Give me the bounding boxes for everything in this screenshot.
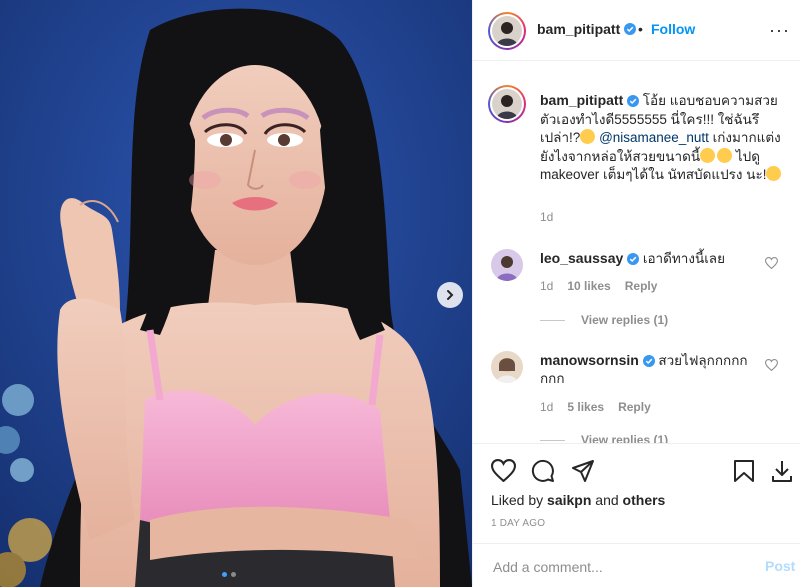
header-username[interactable]: bam_pitipatt [537,21,620,37]
avatar-image [496,256,518,281]
liked-by-prefix: Liked by [491,492,544,508]
comment-username[interactable]: leo_saussay [540,250,623,266]
comment-likes[interactable]: 10 likes [567,279,610,293]
comment-2: manowsornsin สวยไฟลุกกกกกกกก [540,351,765,388]
post-timestamp: 1 DAY AGO [491,518,546,529]
comments-list[interactable]: bam_pitipatt โอ้ย แอบชอบความสวยตัวเองทำไ… [473,61,800,443]
comment-age: 1d [540,279,554,293]
like-comment-heart-icon[interactable] [765,257,778,269]
comment-likes[interactable]: 5 likes [567,400,604,414]
view-replies-button[interactable]: View replies (1) [540,433,668,443]
liked-by-others[interactable]: others [623,492,666,508]
add-comment-bar: Post [473,543,800,587]
heart-eyes-emoji-icon [717,147,733,163]
avatar[interactable] [492,16,522,46]
laughing-emoji-icon [580,129,596,144]
comment-username[interactable]: manowsornsin [540,352,639,368]
comment-text: เอาดีทางนี้เลย [642,251,725,266]
caption: bam_pitipatt โอ้ย แอบชอบความสวยตัวเองทำไ… [540,91,785,185]
save-bookmark-icon[interactable] [733,459,755,483]
commenter-avatar[interactable] [491,351,523,383]
commenter-avatar[interactable] [491,249,523,281]
view-replies-label: View replies (1) [581,433,669,443]
caption-age: 1d [540,210,554,224]
reply-button[interactable]: Reply [625,279,658,293]
more-options-button[interactable]: ··· [769,20,790,41]
view-replies-button[interactable]: View replies (1) [540,313,668,327]
post-comment-button[interactable]: Post [765,558,795,574]
comment-1-meta: 1d 10 likes Reply [540,279,657,293]
rofl-emoji-icon [766,166,782,181]
add-comment-input[interactable] [491,556,735,578]
header-separator: • [638,21,643,37]
comment-age: 1d [540,400,554,414]
comment-1: leo_saussay เอาดีทางนี้เลย [540,249,765,268]
verified-badge-icon [627,253,640,266]
post-details-panel: bam_pitipatt • Follow ··· bam_pitipatt โ… [472,0,800,587]
avatar-image [496,95,518,119]
carousel-dot [231,572,236,577]
caption-username[interactable]: bam_pitipatt [540,92,623,108]
liked-by-user[interactable]: saikpn [547,492,591,508]
next-photo-button[interactable] [437,282,463,308]
carousel-dot-active [222,572,227,577]
view-replies-label: View replies (1) [581,313,669,327]
avatar-image [496,22,518,46]
post-actions: Liked by saikpn and others 1 DAY AGO [473,443,800,543]
download-icon[interactable] [770,459,794,483]
share-paper-plane-icon[interactable] [571,459,595,483]
caption-avatar[interactable] [492,89,522,119]
liked-by-and: and [595,492,619,508]
comment-bubble-icon[interactable] [531,459,555,483]
like-comment-heart-icon[interactable] [765,359,778,371]
caption-mention[interactable]: @nisamanee_nutt [599,130,709,145]
post-media[interactable] [0,0,472,587]
follow-button[interactable]: Follow [651,21,695,37]
avatar-image [496,358,518,383]
tired-emoji-icon [700,147,716,163]
verified-badge-icon [642,355,655,368]
carousel-indicator [222,572,236,577]
liked-by-summary: Liked by saikpn and others [491,492,665,508]
comment-2-meta: 1d 5 likes Reply [540,400,651,414]
verified-badge-icon [624,23,636,35]
post-header: bam_pitipatt • Follow ··· [473,0,800,61]
post-photo [0,0,472,587]
verified-badge-icon [627,95,639,108]
chevron-right-icon [447,290,454,300]
reply-button[interactable]: Reply [618,400,651,414]
like-heart-icon[interactable] [491,459,516,482]
